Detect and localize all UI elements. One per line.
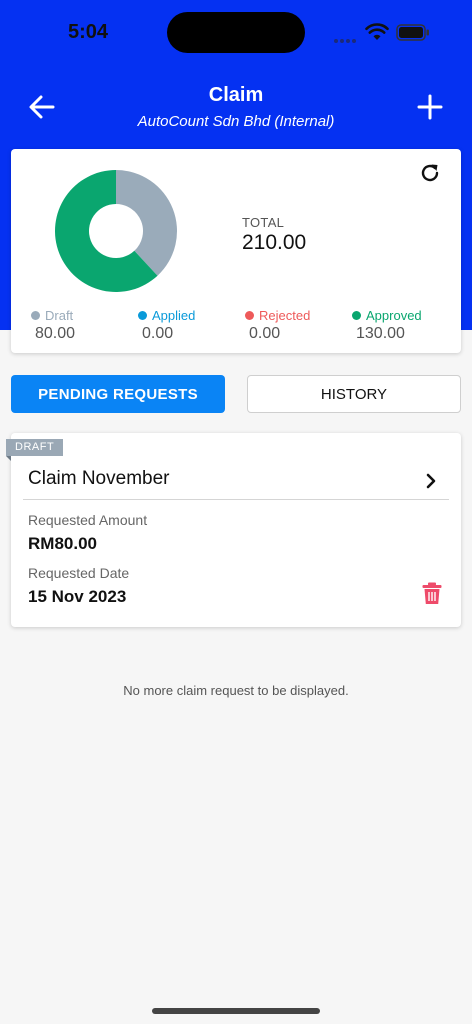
tab-pending-requests[interactable]: PENDING REQUESTS [11,375,225,413]
legend-label: Draft [31,308,75,323]
legend-item-applied: Applied 0.00 [138,308,195,343]
legend-text-draft: Draft [45,308,74,323]
status-badge: DRAFT [6,439,64,456]
legend-item-draft: Draft 80.00 [31,308,75,343]
status-badge-fold [6,456,11,461]
claim-title: Claim November [28,468,170,489]
legend-value-approved: 130.00 [356,325,405,342]
chevron-right-icon[interactable] [420,470,442,492]
company-subtitle: AutoCount Sdn Bhd (Internal) [137,113,335,130]
status-bar: 5:04 [0,0,472,64]
legend-value-draft: 80.00 [35,325,76,342]
card-divider [23,499,449,500]
total-label: TOTAL [242,215,285,230]
legend-label: Applied [138,308,195,323]
dynamic-island [167,12,305,53]
legend-label: Approved [352,308,422,323]
refresh-icon[interactable] [418,161,442,185]
navigation-bar: Claim AutoCount Sdn Bhd (Internal) [0,76,472,136]
cellular-signal-icon [334,30,358,48]
legend-dot-rejected [245,311,254,320]
legend-item-approved: Approved 130.00 [352,308,422,343]
requested-date-value: 15 Nov 2023 [28,587,127,606]
status-time: 5:04 [68,21,109,43]
page-title: Claim [208,84,264,106]
legend-value-applied: 0.00 [142,325,174,342]
legend-dot-draft [31,311,40,320]
requested-amount-value: RM80.00 [28,534,97,553]
wifi-icon [365,23,389,40]
empty-list-note: No more claim request to be displayed. [123,683,349,698]
home-indicator[interactable] [152,1008,320,1014]
battery-icon [396,24,429,41]
legend-item-rejected: Rejected 0.00 [245,308,310,343]
legend-text-rejected: Rejected [259,308,311,323]
requested-date-label: Requested Date [28,565,130,581]
claim-request-card[interactable]: DRAFT Claim November Requested Amount RM… [6,433,461,627]
trash-icon[interactable] [419,580,445,606]
add-claim-icon[interactable] [415,92,445,122]
legend-dot-approved [352,311,361,320]
legend-text-approved: Approved [366,308,422,323]
legend-dot-applied [138,311,147,320]
claim-status-donut-chart [54,170,177,292]
legend-text-applied: Applied [152,308,196,323]
tab-history[interactable]: HISTORY [247,375,461,413]
requested-amount-label: Requested Amount [28,512,148,528]
legend-label: Rejected [245,308,310,323]
legend-value-rejected: 0.00 [249,325,281,342]
total-value: 210.00 [242,231,307,254]
claim-summary-card: TOTAL 210.00 Draft 80.00 Applied 0.00 Re… [11,149,461,353]
